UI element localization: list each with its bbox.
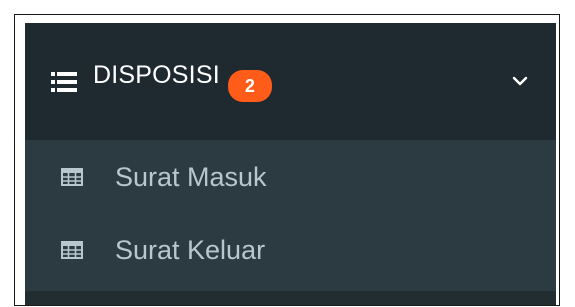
menu-item-disposisi[interactable]: DISPOSISI 2 <box>25 23 556 140</box>
submenu-item-surat-keluar[interactable]: Surat Keluar <box>25 215 556 285</box>
submenu-item-label: Surat Masuk <box>115 161 267 192</box>
menu-bottom-divider <box>25 291 556 305</box>
screenshot-frame: DISPOSISI 2 Surat Masuk Surat Keluar <box>14 14 560 306</box>
notification-badge: 2 <box>227 69 272 102</box>
submenu: Surat Masuk Surat Keluar <box>25 140 556 291</box>
table-icon <box>61 168 83 186</box>
sidebar-menu: DISPOSISI 2 Surat Masuk Surat Keluar <box>25 23 556 305</box>
table-icon <box>61 241 83 259</box>
list-icon <box>51 71 77 92</box>
menu-item-label: DISPOSISI <box>93 61 220 89</box>
submenu-item-label: Surat Keluar <box>115 234 266 265</box>
submenu-item-surat-masuk[interactable]: Surat Masuk <box>25 142 556 212</box>
chevron-down-icon[interactable] <box>512 75 528 87</box>
